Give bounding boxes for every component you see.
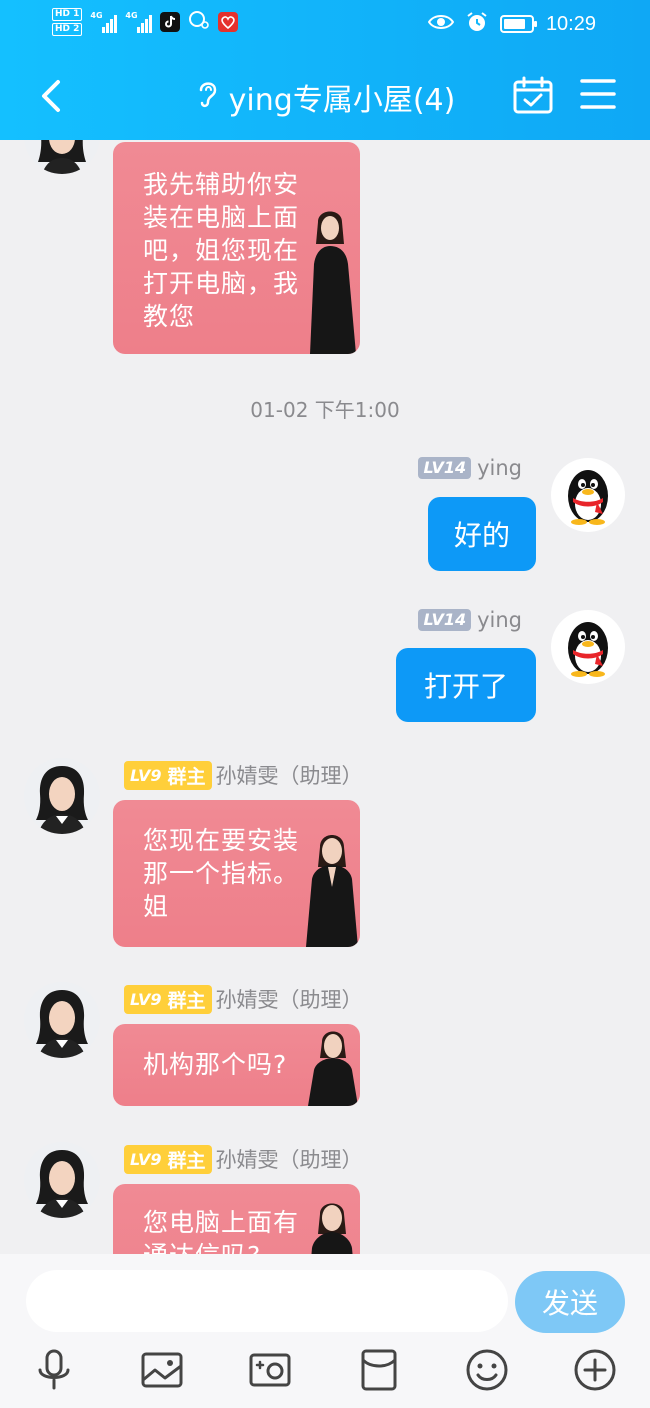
group-owner-badge: LV9 群主 xyxy=(124,1144,212,1174)
message-text: 我先辅助你安装在电脑上面吧，姐您现在打开电脑，我教您 xyxy=(143,170,300,331)
woman-figure-image xyxy=(311,1203,353,1254)
net1-label: 4G xyxy=(90,11,103,20)
level-badge: LV9 xyxy=(130,1149,162,1169)
eye-icon xyxy=(427,13,455,35)
sender-meta: LV9 群主 孙婧雯（助理） xyxy=(124,1144,363,1174)
sender-meta: LV14 ying xyxy=(418,456,522,480)
status-bar-left: HD 1 HD 2 4G 4G xyxy=(52,8,239,36)
text-message-bubble[interactable]: 好的 xyxy=(428,497,536,571)
hd1-label: HD 1 xyxy=(52,8,83,21)
microphone-icon[interactable] xyxy=(32,1348,76,1392)
emoji-icon[interactable] xyxy=(465,1348,509,1392)
battery-icon xyxy=(499,15,537,33)
red-packet-icon[interactable] xyxy=(357,1348,401,1392)
message-input[interactable] xyxy=(26,1270,508,1332)
role-label: 群主 xyxy=(167,765,206,788)
qq-penguin-avatar[interactable] xyxy=(551,458,625,532)
net2-label: 4G xyxy=(125,11,138,20)
qq-penguin-avatar[interactable] xyxy=(551,610,625,684)
group-owner-badge: LV9 群主 xyxy=(124,760,212,790)
level-badge: LV9 xyxy=(130,765,162,785)
hd-indicators: HD 1 HD 2 xyxy=(52,8,83,36)
chat-area[interactable]: 我先辅助你安装在电脑上面吧，姐您现在打开电脑，我教您 01-02 下午1:00 … xyxy=(0,140,650,1254)
avatar[interactable] xyxy=(24,982,100,1058)
sender-name: ying xyxy=(477,456,522,480)
message-text: 机构那个吗? xyxy=(143,1050,288,1079)
sender-name: 孙婧雯（助理） xyxy=(215,764,363,788)
image-icon[interactable] xyxy=(140,1348,184,1392)
woman-figure-image xyxy=(306,835,358,947)
sender-name: 孙婧雯（助理） xyxy=(215,1148,363,1172)
sender-name: 孙婧雯（助理） xyxy=(215,988,363,1012)
message-text: 您电脑上面有通达信吗? xyxy=(143,1208,300,1254)
image-message[interactable]: 您现在要安装那一个指标。姐 xyxy=(113,800,360,947)
woman-figure-image xyxy=(308,1031,358,1106)
avatar[interactable] xyxy=(24,758,100,834)
tiktok-icon xyxy=(160,12,181,32)
ear-icon xyxy=(195,76,221,118)
sender-meta: LV9 群主 孙婧雯（助理） xyxy=(124,984,363,1014)
sender-meta: LV9 群主 孙婧雯（助理） xyxy=(124,760,363,790)
page-title: ying专属小屋(4) xyxy=(228,83,456,118)
group-owner-badge: LV9 群主 xyxy=(124,984,212,1014)
woman-figure-image xyxy=(310,211,356,354)
plus-icon[interactable] xyxy=(573,1348,617,1392)
message-text: 好的 xyxy=(453,519,510,552)
alarm-icon xyxy=(466,11,488,37)
shop-app-icon xyxy=(218,12,239,32)
status-time: 10:29 xyxy=(545,12,596,35)
level-badge: LV9 xyxy=(130,989,162,1009)
image-message[interactable]: 您电脑上面有通达信吗? xyxy=(113,1184,360,1254)
text-message-bubble[interactable]: 打开了 xyxy=(396,648,536,722)
message-text: 打开了 xyxy=(423,670,508,703)
avatar[interactable] xyxy=(24,140,100,174)
signal-2-icon: 4G xyxy=(125,11,153,33)
battery-fill xyxy=(503,19,525,29)
role-label: 群主 xyxy=(167,1149,206,1172)
role-label: 群主 xyxy=(167,989,206,1012)
hd2-label: HD 2 xyxy=(52,23,83,36)
status-bar-right: 10:29 xyxy=(427,11,596,37)
signal-1-icon: 4G xyxy=(90,11,118,33)
chat-app-icon xyxy=(188,10,210,34)
send-button[interactable]: 发送 xyxy=(515,1271,625,1333)
input-bar: 发送 xyxy=(0,1254,650,1408)
avatar[interactable] xyxy=(24,1142,100,1218)
sender-name: ying xyxy=(477,608,522,632)
camera-icon[interactable] xyxy=(248,1348,292,1392)
image-message[interactable]: 我先辅助你安装在电脑上面吧，姐您现在打开电脑，我教您 xyxy=(113,142,360,354)
level-badge: LV14 xyxy=(418,457,472,479)
sender-meta: LV14 ying xyxy=(418,608,522,632)
menu-button[interactable] xyxy=(580,78,616,110)
timestamp: 01-02 下午1:00 xyxy=(250,398,400,422)
image-message[interactable]: 机构那个吗? xyxy=(113,1024,360,1106)
message-text: 您现在要安装那一个指标。姐 xyxy=(143,826,300,921)
calendar-check-button[interactable] xyxy=(512,75,554,115)
top-bar: HD 1 HD 2 4G 4G 10:29 ying专属小屋(4) xyxy=(0,0,650,140)
level-badge: LV14 xyxy=(418,609,472,631)
